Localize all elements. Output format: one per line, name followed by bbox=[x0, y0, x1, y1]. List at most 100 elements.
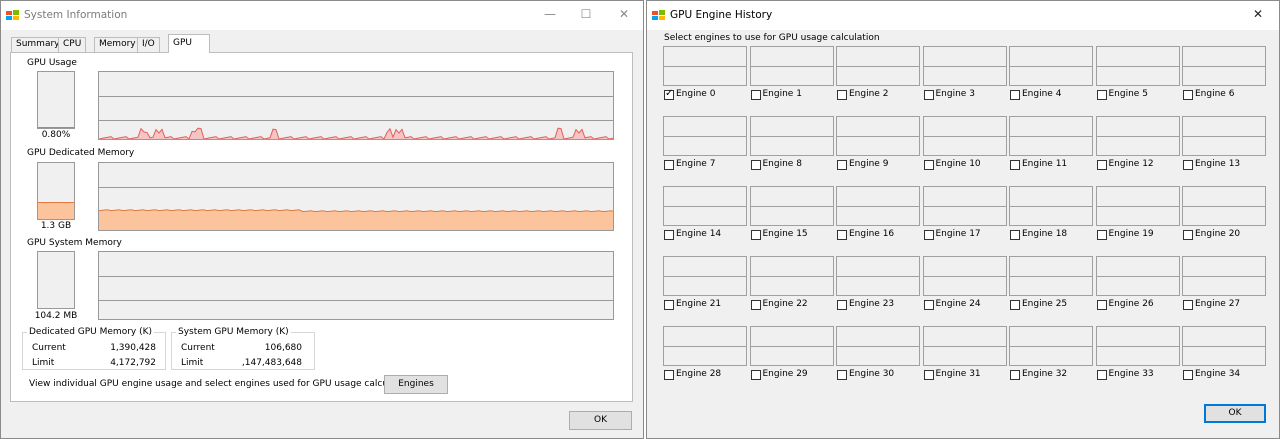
engine-checkbox[interactable] bbox=[664, 300, 674, 310]
engine-checkbox[interactable] bbox=[1010, 160, 1020, 170]
ok-button[interactable]: OK bbox=[569, 411, 632, 430]
engine-label[interactable]: Engine 16 bbox=[849, 229, 894, 239]
engine-label[interactable]: Engine 11 bbox=[1022, 159, 1067, 169]
engine-checkbox[interactable] bbox=[1183, 300, 1193, 310]
engine-checkbox[interactable] bbox=[923, 230, 934, 240]
engine-label[interactable]: Engine 17 bbox=[936, 229, 981, 239]
engine-label[interactable]: Engine 29 bbox=[763, 369, 808, 379]
tab-summary[interactable]: Summary bbox=[11, 37, 65, 52]
engine-checkbox[interactable] bbox=[923, 160, 934, 170]
engine-label[interactable]: Engine 3 bbox=[936, 89, 975, 99]
engine-checkbox[interactable] bbox=[837, 160, 847, 170]
engine-label[interactable]: Engine 22 bbox=[763, 299, 808, 309]
engine-checkbox[interactable] bbox=[837, 370, 847, 380]
engine-label[interactable]: Engine 6 bbox=[1195, 89, 1234, 99]
engine-label[interactable]: Engine 21 bbox=[676, 299, 721, 309]
engine-checkbox[interactable] bbox=[664, 230, 674, 240]
engine-checkbox[interactable] bbox=[837, 90, 847, 100]
engine-label[interactable]: Engine 32 bbox=[1022, 369, 1067, 379]
engine-checkbox[interactable] bbox=[750, 160, 761, 170]
engine-graph bbox=[1009, 186, 1093, 226]
engine-checkbox[interactable] bbox=[1096, 90, 1107, 100]
engine-graph bbox=[1009, 326, 1093, 366]
engine-label[interactable]: Engine 2 bbox=[849, 89, 888, 99]
engine-checkbox[interactable] bbox=[837, 230, 847, 240]
engine-checkbox[interactable] bbox=[1096, 160, 1107, 170]
engine-label[interactable]: Engine 24 bbox=[936, 299, 981, 309]
engine-checkbox[interactable] bbox=[750, 370, 761, 380]
engine-label[interactable]: Engine 18 bbox=[1022, 229, 1067, 239]
engine-label[interactable]: Engine 23 bbox=[849, 299, 894, 309]
gpu-dedicated-memory-bar bbox=[37, 162, 75, 220]
close-button[interactable]: ✕ bbox=[601, 1, 647, 30]
engine-label[interactable]: Engine 33 bbox=[1109, 369, 1154, 379]
close-button[interactable]: ✕ bbox=[1235, 1, 1280, 30]
system-limit-value: ,147,483,648 bbox=[241, 358, 302, 368]
gpu-dedicated-memory-trace-area bbox=[99, 209, 613, 230]
engine-label[interactable]: Engine 15 bbox=[763, 229, 808, 239]
engine-label[interactable]: Engine 34 bbox=[1195, 369, 1240, 379]
engine-label[interactable]: Engine 26 bbox=[1109, 299, 1154, 309]
engine-checkbox[interactable] bbox=[1010, 90, 1020, 100]
engine-checkbox[interactable] bbox=[1096, 230, 1107, 240]
engine-label[interactable]: Engine 13 bbox=[1195, 159, 1240, 169]
engine-cell: Engine 9 bbox=[836, 116, 920, 170]
engine-graph bbox=[1095, 46, 1180, 86]
engine-label[interactable]: Engine 31 bbox=[936, 369, 981, 379]
gpu-dedicated-memory-graph-plot bbox=[99, 187, 613, 230]
title-bar[interactable]: System Information — ☐ ✕ bbox=[1, 1, 643, 30]
engine-graph bbox=[749, 186, 834, 226]
engine-label[interactable]: Engine 20 bbox=[1195, 229, 1240, 239]
engine-checkbox[interactable] bbox=[1183, 230, 1193, 240]
dedicated-limit-value: 4,172,792 bbox=[110, 358, 156, 368]
engine-label[interactable]: Engine 19 bbox=[1109, 229, 1154, 239]
engine-label[interactable]: Engine 14 bbox=[676, 229, 721, 239]
engine-graph bbox=[1182, 116, 1266, 156]
tab-memory[interactable]: Memory bbox=[94, 37, 141, 52]
tab-io[interactable]: I/O bbox=[137, 37, 160, 52]
engine-checkbox[interactable] bbox=[1183, 370, 1193, 380]
engine-label[interactable]: Engine 9 bbox=[849, 159, 888, 169]
engine-label[interactable]: Engine 25 bbox=[1022, 299, 1067, 309]
tab-cpu[interactable]: CPU bbox=[58, 37, 87, 52]
engine-checkbox[interactable] bbox=[1096, 300, 1107, 310]
engine-checkbox[interactable] bbox=[664, 88, 674, 100]
engine-checkbox[interactable] bbox=[1096, 370, 1107, 380]
engine-checkbox[interactable] bbox=[750, 230, 761, 240]
ok-button[interactable]: OK bbox=[1204, 404, 1266, 423]
engine-graph bbox=[1095, 116, 1180, 156]
system-information-window: System Information — ☐ ✕ Summary CPU Mem… bbox=[0, 0, 644, 439]
engine-checkbox[interactable] bbox=[837, 300, 847, 310]
engine-checkbox[interactable] bbox=[1183, 90, 1193, 100]
engine-label[interactable]: Engine 4 bbox=[1022, 89, 1061, 99]
engine-cell: Engine 31 bbox=[922, 326, 1007, 380]
engine-label[interactable]: Engine 27 bbox=[1195, 299, 1240, 309]
engine-label[interactable]: Engine 30 bbox=[849, 369, 894, 379]
engine-checkbox[interactable] bbox=[923, 90, 934, 100]
engine-checkbox[interactable] bbox=[923, 370, 934, 380]
engine-checkbox[interactable] bbox=[1183, 160, 1193, 170]
engine-label[interactable]: Engine 8 bbox=[763, 159, 802, 169]
engine-checkbox[interactable] bbox=[1010, 230, 1020, 240]
engine-graph bbox=[836, 326, 920, 366]
engine-checkbox[interactable] bbox=[664, 370, 674, 380]
engine-label[interactable]: Engine 1 bbox=[763, 89, 802, 99]
engine-checkbox[interactable] bbox=[923, 300, 934, 310]
engine-checkbox[interactable] bbox=[750, 300, 761, 310]
tab-gpu[interactable]: GPU bbox=[168, 34, 210, 53]
engines-button[interactable]: Engines bbox=[384, 375, 448, 394]
engines-description: View individual GPU engine usage and sel… bbox=[29, 379, 422, 389]
engine-checkbox[interactable] bbox=[1010, 370, 1020, 380]
app-icon bbox=[6, 10, 19, 20]
engine-label[interactable]: Engine 10 bbox=[936, 159, 981, 169]
engine-label[interactable]: Engine 28 bbox=[676, 369, 721, 379]
engine-checkbox[interactable] bbox=[750, 90, 761, 100]
engine-checkbox[interactable] bbox=[664, 160, 674, 170]
engine-label[interactable]: Engine 0 bbox=[676, 89, 715, 99]
engine-checkbox[interactable] bbox=[1010, 300, 1020, 310]
engine-label[interactable]: Engine 7 bbox=[676, 159, 715, 169]
engine-cell: Engine 6 bbox=[1182, 46, 1266, 100]
engine-label[interactable]: Engine 12 bbox=[1109, 159, 1154, 169]
title-bar[interactable]: GPU Engine History ✕ bbox=[647, 1, 1279, 30]
engine-label[interactable]: Engine 5 bbox=[1109, 89, 1148, 99]
